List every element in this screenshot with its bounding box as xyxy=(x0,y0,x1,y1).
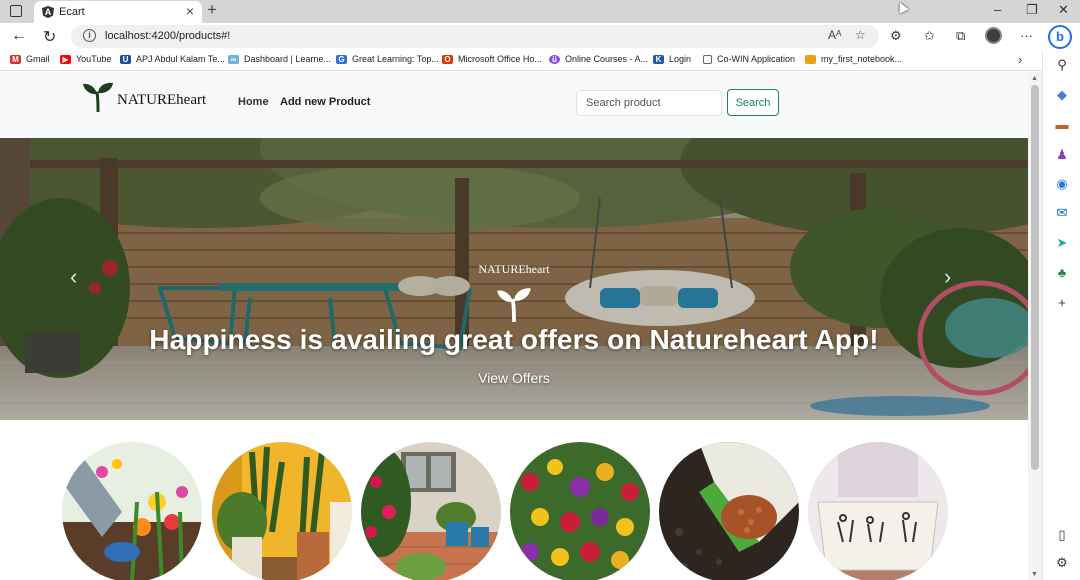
brand-name: NATUREheart xyxy=(117,91,207,108)
search-icon[interactable]: ⚲ xyxy=(1055,58,1069,72)
bookmark-label: APJ Abdul Kalam Te... xyxy=(136,54,225,64)
flower-bed-image xyxy=(510,442,650,580)
bookmarks-bar: M Gmail ▶ YouTube U APJ Abdul Kalam Te..… xyxy=(0,50,1042,71)
tag-icon[interactable]: ◆ xyxy=(1055,88,1069,102)
tab-actions-icon[interactable] xyxy=(10,5,22,17)
university-icon: U xyxy=(120,54,131,64)
category-flower-bed[interactable] xyxy=(510,442,650,580)
cloud-icon: ∞ xyxy=(228,54,239,64)
bookmark-label: Co-WIN Application xyxy=(717,54,796,64)
bookmark-item[interactable]: G Great Learning: Top... xyxy=(336,54,439,64)
bookmark-item[interactable]: K Login xyxy=(653,54,691,64)
browser-toolbar: ← ↻ i localhost:4200/products#! Aᴬ ☆ ⚙ ✩… xyxy=(0,23,1080,50)
minimize-icon[interactable]: – xyxy=(994,2,1001,17)
bookmark-label: Gmail xyxy=(26,54,50,64)
sprout-icon xyxy=(497,288,531,322)
chevron-right-icon[interactable]: › xyxy=(1018,52,1022,67)
url-text: localhost:4200/products#! xyxy=(105,30,231,42)
search-button[interactable]: Search xyxy=(727,89,779,116)
category-indoor-plants[interactable] xyxy=(212,442,352,580)
send-icon[interactable]: ➤ xyxy=(1055,236,1069,250)
tab-title: Ecart xyxy=(59,6,85,18)
edge-sidebar: ⚲ ◆ ▬ ♟ ◉ ✉ ➤ ♣ + ▯ ⚙ xyxy=(1042,50,1080,580)
scroll-up-icon[interactable]: ▲ xyxy=(1031,75,1038,82)
bookmark-label: Online Courses - A... xyxy=(565,54,649,64)
brand-logo[interactable]: NATUREheart xyxy=(82,80,206,112)
bookmark-item[interactable]: U APJ Abdul Kalam Te... xyxy=(120,54,225,64)
collections-icon[interactable]: ⧉ xyxy=(956,28,965,44)
address-bar[interactable]: i localhost:4200/products#! Aᴬ ☆ xyxy=(71,25,879,48)
bookmark-item[interactable]: ü Online Courses - A... xyxy=(549,54,648,64)
profile-avatar[interactable] xyxy=(985,27,1002,44)
favorites-icon[interactable]: ✩ xyxy=(924,28,935,44)
site-navbar: NATUREheart Home Add new Product Search xyxy=(0,72,1028,138)
restore-icon[interactable]: ❐ xyxy=(1026,2,1038,18)
more-options-icon[interactable]: ··· xyxy=(1020,28,1033,43)
document-icon xyxy=(703,54,712,64)
patio-pots-image xyxy=(361,442,501,580)
bookmark-item[interactable]: my_first_notebook... xyxy=(805,54,902,64)
hero-brand: NATUREheart xyxy=(478,262,550,276)
scrollbar-thumb[interactable] xyxy=(1031,85,1039,470)
gmail-icon: M xyxy=(10,54,21,64)
category-patio-pots[interactable] xyxy=(361,442,501,580)
hero-title: Happiness is availing great offers on Na… xyxy=(149,324,879,355)
bookmark-item[interactable]: Co-WIN Application xyxy=(703,54,795,64)
sprout-logo-icon xyxy=(83,82,113,112)
category-gardening[interactable] xyxy=(62,442,202,580)
youtube-icon: ▶ xyxy=(60,54,71,64)
bookmark-label: my_first_notebook... xyxy=(821,54,903,64)
soil-seeds-image xyxy=(659,442,799,580)
notebook-icon xyxy=(805,54,816,64)
indoor-plants-image xyxy=(212,442,352,580)
bookmark-item[interactable]: ∞ Dashboard | Learne... xyxy=(228,54,331,64)
settings-gear-icon[interactable]: ⚙ xyxy=(1055,556,1069,570)
site-info-icon[interactable]: i xyxy=(83,29,96,42)
tab-strip: A Ecart × + – ❐ ✕ xyxy=(0,0,1080,23)
bookmark-item[interactable]: ▶ YouTube xyxy=(60,54,111,64)
gardening-flowers-image xyxy=(62,442,202,580)
outlook-icon[interactable]: ✉ xyxy=(1055,206,1069,220)
view-offers-link[interactable]: View Offers xyxy=(0,370,1028,386)
bookmark-label: Login xyxy=(669,54,692,64)
chess-icon[interactable]: ♟ xyxy=(1055,148,1069,162)
vertical-scrollbar[interactable]: ▲ ▼ xyxy=(1028,72,1042,580)
bookmark-label: Great Learning: Top... xyxy=(352,54,439,64)
nav-home-link[interactable]: Home xyxy=(238,96,269,108)
bing-copilot-icon[interactable]: b xyxy=(1048,25,1072,49)
bookmark-label: Microsoft Office Ho... xyxy=(458,54,542,64)
bookmark-item[interactable]: O Microsoft Office Ho... xyxy=(442,54,542,64)
angular-favicon-icon: A xyxy=(42,6,54,18)
nav-add-product-link[interactable]: Add new Product xyxy=(280,96,370,108)
scroll-down-icon[interactable]: ▼ xyxy=(1031,571,1038,578)
read-aloud-icon[interactable]: Aᴬ xyxy=(828,28,841,42)
category-ceramic-planter[interactable] xyxy=(808,442,948,580)
hero-carousel: ‹ › NATUREheart Happiness is availing gr… xyxy=(0,138,1028,420)
sidebar-panel-icon[interactable]: ▯ xyxy=(1055,528,1069,542)
back-icon[interactable]: ← xyxy=(11,27,27,45)
close-window-icon[interactable]: ✕ xyxy=(1058,2,1069,18)
bookmark-label: Dashboard | Learne... xyxy=(244,54,331,64)
favorite-star-icon[interactable]: ☆ xyxy=(855,28,866,42)
ceramic-planter-image xyxy=(808,442,948,580)
office-icon: O xyxy=(442,54,453,64)
tree-icon[interactable]: ♣ xyxy=(1055,266,1069,280)
browser-tab[interactable]: A Ecart × xyxy=(34,1,202,23)
g-icon: G xyxy=(336,54,347,64)
category-soil-seeds[interactable] xyxy=(659,442,799,580)
reload-icon[interactable]: ↻ xyxy=(43,27,56,47)
page-viewport: NATUREheart Home Add new Product Search xyxy=(0,72,1028,580)
bookmark-label: YouTube xyxy=(76,54,112,64)
extensions-icon[interactable]: ⚙ xyxy=(890,28,902,44)
udemy-icon: ü xyxy=(549,54,560,64)
close-tab-icon[interactable]: × xyxy=(186,3,194,19)
bookmark-item[interactable]: M Gmail xyxy=(10,54,50,64)
mouse-cursor-icon xyxy=(895,0,909,14)
new-tab-icon[interactable]: + xyxy=(207,0,217,20)
briefcase-icon[interactable]: ▬ xyxy=(1055,118,1069,132)
login-icon: K xyxy=(653,54,664,64)
add-icon[interactable]: + xyxy=(1055,296,1069,310)
microsoft365-icon[interactable]: ◉ xyxy=(1055,177,1069,191)
search-input[interactable] xyxy=(576,90,722,116)
